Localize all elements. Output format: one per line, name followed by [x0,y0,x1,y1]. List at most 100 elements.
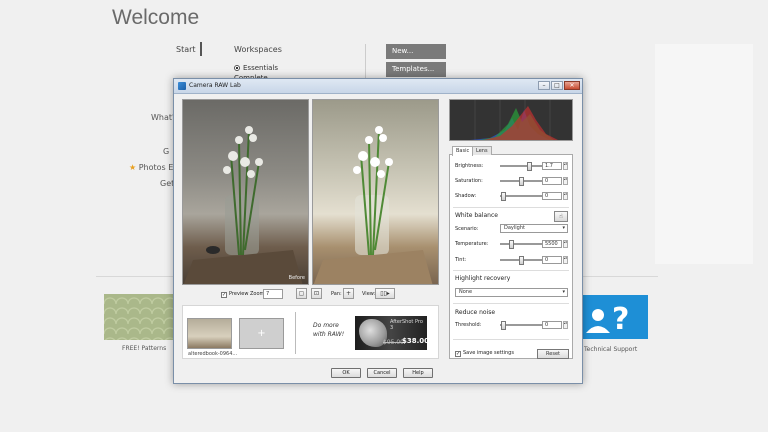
flower-vase-illustration [183,126,303,284]
temperature-slider[interactable] [500,240,542,249]
free-patterns-label: FREE! Patterns [122,345,167,352]
slider-thumb[interactable] [501,321,506,330]
add-image-thumbnail[interactable]: + [239,318,284,349]
tab-lens[interactable]: Lens [472,146,492,155]
reduce-noise-heading: Reduce noise [455,309,496,316]
white-balance-heading: White balance [455,212,498,219]
tint-spinner[interactable]: ▴▾ [563,256,568,264]
slider-thumb[interactable] [519,177,524,186]
checkbox-checked-icon: ✓ [221,292,227,298]
cancel-button[interactable]: Cancel [367,368,397,378]
divider [295,312,296,354]
after-image [312,99,439,285]
shadow-input[interactable]: 0 [542,192,562,200]
eyedropper-button[interactable]: ☝ [554,211,568,222]
shadow-spinner[interactable]: ▴▾ [563,192,568,200]
fit-view-button[interactable]: ▢ [296,288,307,299]
preview-checkbox[interactable]: ✓ Preview [221,291,248,298]
threshold-input[interactable]: 0 [542,321,562,329]
tint-label: Tint: [455,257,467,263]
slider-thumb[interactable] [527,162,532,171]
scenario-dropdown[interactable]: Daylight ▾ [500,224,568,233]
templates-button[interactable]: Templates... [386,62,446,77]
view-label: View: [362,291,376,297]
highlight-recovery-heading: Highlight recovery [455,275,511,282]
close-button[interactable]: ✕ [564,81,580,90]
technical-support-tile[interactable]: ? [578,295,648,339]
start-nav-item[interactable]: Start [176,45,196,54]
slider-thumb[interactable] [519,256,524,265]
brightness-input[interactable]: 1.7 [542,162,562,170]
slider-thumb[interactable] [509,240,514,249]
preview-label: Preview [229,291,249,297]
scenario-label: Scenario: [455,226,479,232]
brightness-slider[interactable] [500,162,542,171]
image-thumbnail[interactable] [187,318,232,349]
save-settings-label: Save image settings [463,350,514,356]
dialog-body: Before ✓ Preview Zoom: 7 ▢ ⊡ Pan: + View:… [177,97,579,381]
reset-button[interactable]: Reset [537,349,569,359]
thumbnail-strip: + alteredbook-0964... Do more with RAW! … [182,305,439,359]
brightness-spinner[interactable]: ▴▾ [563,162,568,170]
view-mode-dropdown[interactable]: ▯▯▸ [375,288,395,299]
tab-basic[interactable]: Basic [452,146,474,156]
scenario-value: Daylight [504,225,525,231]
divider [453,303,569,304]
promo-old-price: $95.00 [383,339,404,346]
chevron-down-icon: ▾ [562,225,565,231]
nav-item-g[interactable]: G [163,147,169,156]
tint-input[interactable]: 0 [542,256,562,264]
pan-tool-button[interactable]: + [343,288,354,299]
welcome-title: Welcome [112,6,200,29]
photos-events-nav-item[interactable]: ★ Photos Ev [129,163,178,172]
saturation-spinner[interactable]: ▴▾ [563,177,568,185]
tint-slider[interactable] [500,256,542,265]
slider-thumb[interactable] [501,192,506,201]
minimize-button[interactable]: – [538,81,550,90]
thumbnail-filename: alteredbook-0964... [188,351,238,357]
faint-panel [655,44,753,264]
threshold-slider[interactable] [500,321,542,330]
new-button[interactable]: New... [386,44,446,59]
promo-line-1: Do more [313,322,339,329]
workspaces-heading: Workspaces [234,45,282,54]
promo-new-price: $38.00 [402,337,427,345]
threshold-spinner[interactable]: ▴▾ [563,321,568,329]
chevron-down-icon: ▾ [562,289,565,295]
title-bar[interactable]: Camera RAW Lab – □ ✕ [174,79,582,94]
highlight-recovery-dropdown[interactable]: None ▾ [455,288,568,297]
technical-support-label: Technical Support [584,346,638,353]
histogram [449,99,573,141]
save-settings-checkbox[interactable]: ✓ Save image settings [455,350,514,357]
essentials-radio[interactable]: Essentials [234,64,278,72]
divider [453,270,569,271]
brightness-label: Brightness: [455,163,484,169]
app-icon [178,82,186,90]
aftershot-promo-banner[interactable]: AfterShot Pro 3 $95.00 $38.00 [355,316,427,350]
saturation-input[interactable]: 0 [542,177,562,185]
help-button[interactable]: Help [403,368,433,378]
maximize-button[interactable]: □ [551,81,563,90]
promo-text: Do more with RAW! [313,321,344,339]
shadow-label: Shadow: [455,193,477,199]
free-patterns-tile[interactable] [104,294,182,340]
before-label: Before [288,275,305,281]
temperature-input[interactable]: 5500 [542,240,562,248]
divider [453,339,569,340]
radio-selected-icon [234,65,240,71]
promo-product-name: AfterShot Pro 3 [390,319,423,331]
shadow-slider[interactable] [500,192,542,201]
dialog-title: Camera RAW Lab [189,82,241,89]
ok-button[interactable]: OK [331,368,361,378]
zoom-input[interactable]: 7 [263,289,283,299]
histogram-graph [470,100,558,140]
flower-vase-illustration [313,126,433,284]
temperature-label: Temperature: [455,241,489,247]
saturation-slider[interactable] [500,177,542,186]
promo-line-2: with RAW! [313,331,345,338]
temperature-spinner[interactable]: ▴▾ [563,240,568,248]
checkbox-checked-icon: ✓ [455,351,461,357]
actual-size-button[interactable]: ⊡ [311,288,322,299]
pan-label: Pan: [331,291,342,297]
star-icon: ★ [129,163,137,172]
